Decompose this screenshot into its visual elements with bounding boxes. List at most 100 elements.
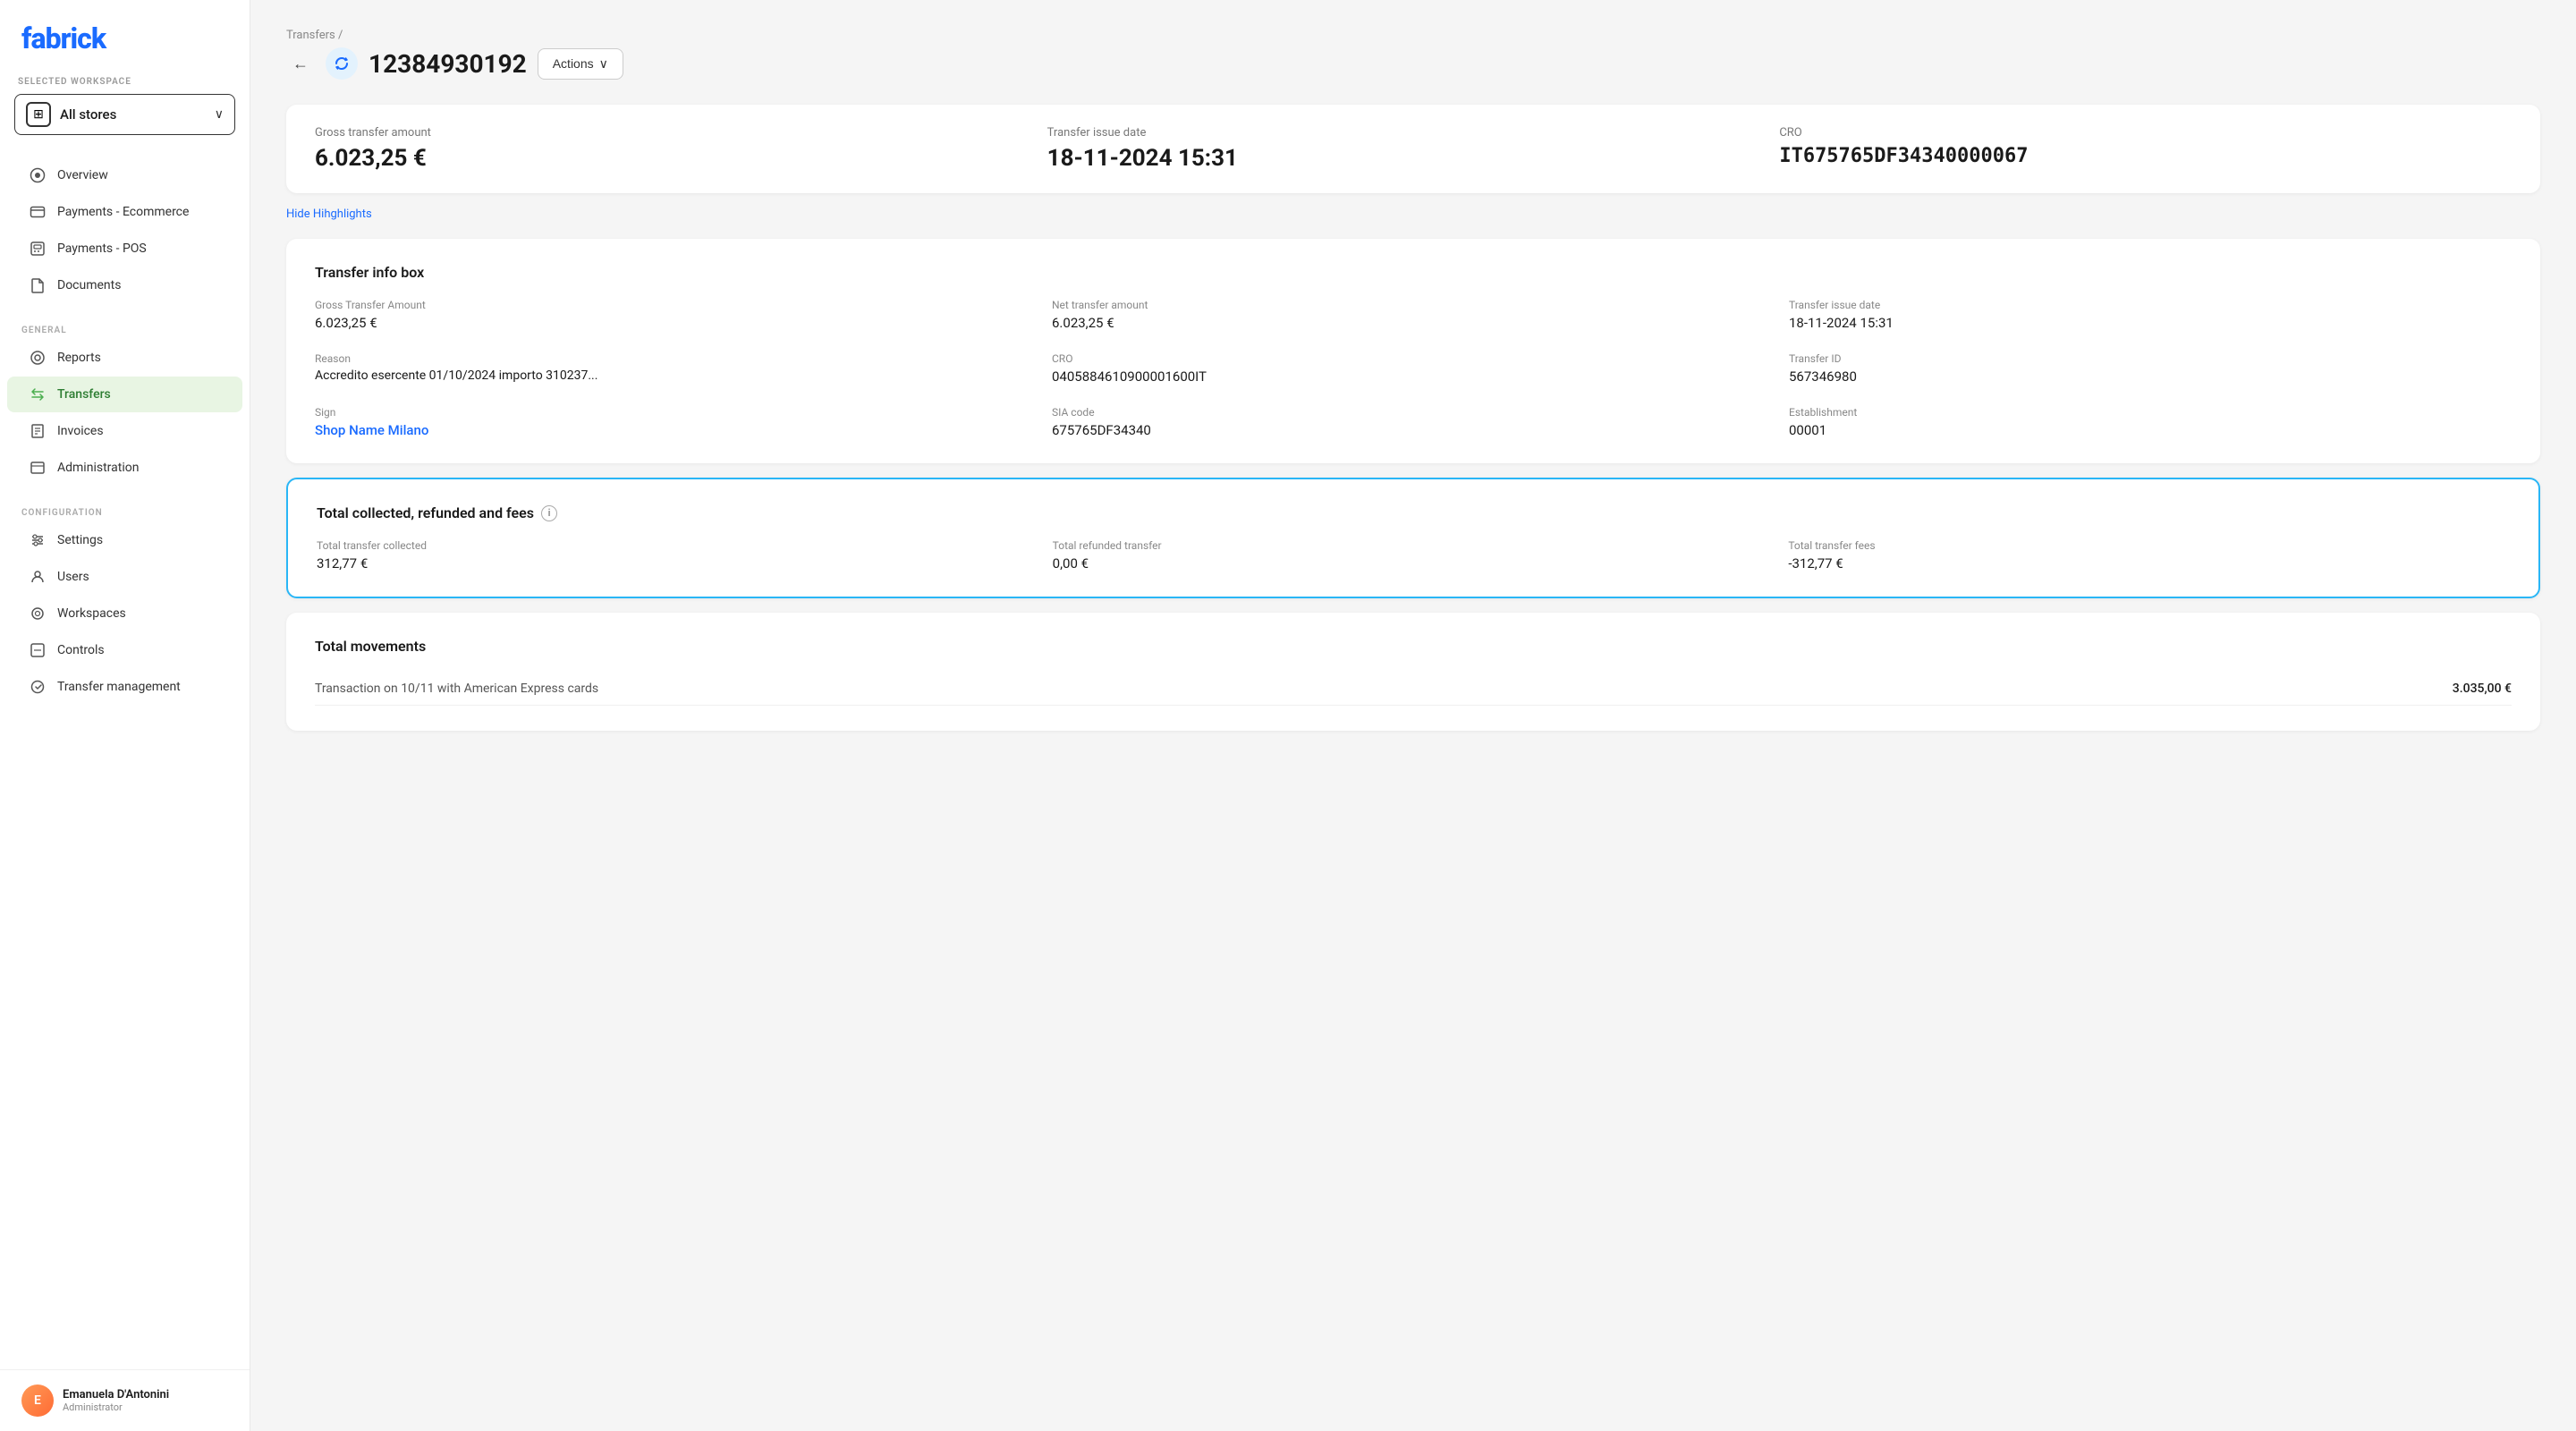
- sidebar-item-overview[interactable]: Overview: [7, 157, 242, 193]
- page-title: 12384930192: [369, 49, 527, 79]
- logo: fabrick: [0, 21, 250, 77]
- workspace-label: SELECTED WORKSPACE: [14, 77, 235, 87]
- workspace-section: SELECTED WORKSPACE ⊞ All stores ∨: [0, 77, 250, 149]
- total-transfer-fees: Total transfer fees -312,77 €: [1788, 539, 2510, 572]
- transfer-info-card: Transfer info box Gross Transfer Amount …: [286, 239, 2540, 463]
- total-collected-title: Total collected, refunded and fees i: [317, 504, 2510, 521]
- nav-section-main: Overview Payments - Ecommerce Payments -…: [0, 149, 250, 311]
- info-field-transfer-id: Transfer ID 567346980: [1789, 352, 2512, 385]
- sidebar-item-administration[interactable]: Administration: [7, 450, 242, 486]
- info-field-cro-label: CRO: [1052, 352, 1775, 365]
- general-section-label: GENERAL: [0, 318, 250, 339]
- info-field-net-transfer-amount-value: 6.023,25 €: [1052, 315, 1775, 331]
- info-field-transfer-id-label: Transfer ID: [1789, 352, 2512, 365]
- sidebar: fabrick SELECTED WORKSPACE ⊞ All stores …: [0, 0, 250, 1431]
- transfer-info-title: Transfer info box: [315, 264, 2512, 281]
- nav-section-general: GENERAL Reports Transfers Invoices: [0, 311, 250, 494]
- user-role: Administrator: [63, 1401, 169, 1413]
- transfer-issue-date-label: Transfer issue date: [1047, 126, 1780, 140]
- sidebar-item-users[interactable]: Users: [7, 559, 242, 595]
- info-field-gross-transfer-amount-label: Gross Transfer Amount: [315, 299, 1038, 311]
- total-refunded-transfer-value: 0,00 €: [1053, 555, 1775, 572]
- total-refunded-transfer-label: Total refunded transfer: [1053, 539, 1775, 552]
- info-field-reason-value: Accredito esercente 01/10/2024 importo 3…: [315, 368, 1038, 383]
- chevron-down-icon: ∨: [215, 107, 224, 122]
- sidebar-item-invoices[interactable]: Invoices: [7, 413, 242, 449]
- info-field-sia-code: SIA code 675765DF34340: [1052, 406, 1775, 438]
- info-field-transfer-id-value: 567346980: [1789, 368, 2512, 385]
- info-field-sign-label: Sign: [315, 406, 1038, 419]
- info-field-transfer-issue-date-label: Transfer issue date: [1789, 299, 2512, 311]
- sidebar-item-transfers[interactable]: Transfers: [7, 377, 242, 412]
- workspace-selector[interactable]: ⊞ All stores ∨: [14, 94, 235, 135]
- sidebar-item-controls[interactable]: Controls: [7, 632, 242, 668]
- info-field-sign-value[interactable]: Shop Name Milano: [315, 422, 1038, 438]
- cro-value: IT675765DF34340000067: [1779, 145, 2512, 167]
- info-field-gross-transfer-amount: Gross Transfer Amount 6.023,25 €: [315, 299, 1038, 331]
- sidebar-item-invoices-label: Invoices: [57, 424, 104, 438]
- controls-icon: [29, 641, 47, 659]
- gross-transfer-amount: Gross transfer amount 6.023,25 €: [315, 126, 1047, 172]
- sidebar-item-payments-ecommerce[interactable]: Payments - Ecommerce: [7, 194, 242, 230]
- refresh-button[interactable]: [326, 47, 358, 80]
- info-field-establishment: Establishment 00001: [1789, 406, 2512, 438]
- documents-icon: [29, 276, 47, 294]
- sidebar-item-overview-label: Overview: [57, 168, 108, 182]
- info-field-gross-transfer-amount-value: 6.023,25 €: [315, 315, 1038, 331]
- actions-chevron-icon: ∨: [599, 56, 608, 72]
- back-button[interactable]: ←: [286, 49, 315, 78]
- sidebar-item-settings-label: Settings: [57, 533, 103, 547]
- hide-highlights-button[interactable]: Hide Hihghlights: [286, 207, 372, 221]
- movement-row: Transaction on 10/11 with American Expre…: [315, 673, 2512, 706]
- info-field-cro: CRO 0405884610900001600IT: [1052, 352, 1775, 385]
- total-transfer-collected-value: 312,77 €: [317, 555, 1038, 572]
- info-field-establishment-value: 00001: [1789, 422, 2512, 438]
- user-name: Emanuela D'Antonini: [63, 1388, 169, 1401]
- actions-button[interactable]: Actions ∨: [538, 48, 623, 80]
- sidebar-item-reports[interactable]: Reports: [7, 340, 242, 376]
- gross-transfer-amount-value: 6.023,25 €: [315, 145, 1047, 172]
- total-transfer-collected-label: Total transfer collected: [317, 539, 1038, 552]
- sidebar-item-payments-pos-label: Payments - POS: [57, 241, 147, 256]
- info-field-net-transfer-amount-label: Net transfer amount: [1052, 299, 1775, 311]
- actions-label: Actions: [553, 56, 594, 71]
- info-field-sia-code-value: 675765DF34340: [1052, 422, 1775, 438]
- total-transfer-collected: Total transfer collected 312,77 €: [317, 539, 1038, 572]
- avatar: E: [21, 1384, 54, 1417]
- reports-icon: [29, 349, 47, 367]
- movement-label: Transaction on 10/11 with American Expre…: [315, 682, 598, 696]
- total-collected-card: Total collected, refunded and fees i Tot…: [286, 478, 2540, 598]
- page-header: ← 12384930192 Actions ∨: [286, 47, 2540, 80]
- transfer-issue-date: Transfer issue date 18-11-2024 15:31: [1047, 126, 1780, 172]
- cro-field: CRO IT675765DF34340000067: [1779, 126, 2512, 172]
- sidebar-item-workspaces[interactable]: Workspaces: [7, 596, 242, 631]
- sidebar-item-settings[interactable]: Settings: [7, 522, 242, 558]
- info-field-transfer-issue-date: Transfer issue date 18-11-2024 15:31: [1789, 299, 2512, 331]
- info-field-establishment-label: Establishment: [1789, 406, 2512, 419]
- configuration-section-label: CONFIGURATION: [0, 501, 250, 521]
- settings-icon: [29, 531, 47, 549]
- workspace-icon: ⊞: [26, 102, 51, 127]
- total-transfer-fees-value: -312,77 €: [1788, 555, 2510, 572]
- sidebar-item-administration-label: Administration: [57, 461, 139, 475]
- highlights-row: Gross transfer amount 6.023,25 € Transfe…: [286, 105, 2540, 193]
- total-refunded-transfer: Total refunded transfer 0,00 €: [1053, 539, 1775, 572]
- administration-icon: [29, 459, 47, 477]
- movement-value: 3.035,00 €: [2453, 682, 2512, 696]
- sidebar-user: E Emanuela D'Antonini Administrator: [0, 1369, 250, 1431]
- transfers-icon: [29, 385, 47, 403]
- sidebar-item-transfer-management[interactable]: Transfer management: [7, 669, 242, 705]
- sidebar-item-documents[interactable]: Documents: [7, 267, 242, 303]
- logo-text: fabrick: [21, 21, 228, 55]
- cro-label: CRO: [1779, 126, 2512, 140]
- sidebar-item-controls-label: Controls: [57, 643, 105, 657]
- overview-icon: [29, 166, 47, 184]
- info-field-reason-label: Reason: [315, 352, 1038, 365]
- sidebar-item-payments-pos[interactable]: Payments - POS: [7, 231, 242, 267]
- nav-section-configuration: CONFIGURATION Settings Users Workspaces: [0, 494, 250, 713]
- sidebar-item-reports-label: Reports: [57, 351, 101, 365]
- invoices-icon: [29, 422, 47, 440]
- total-collected-info-icon[interactable]: i: [541, 505, 557, 521]
- sidebar-item-users-label: Users: [57, 570, 89, 584]
- sidebar-item-documents-label: Documents: [57, 278, 121, 292]
